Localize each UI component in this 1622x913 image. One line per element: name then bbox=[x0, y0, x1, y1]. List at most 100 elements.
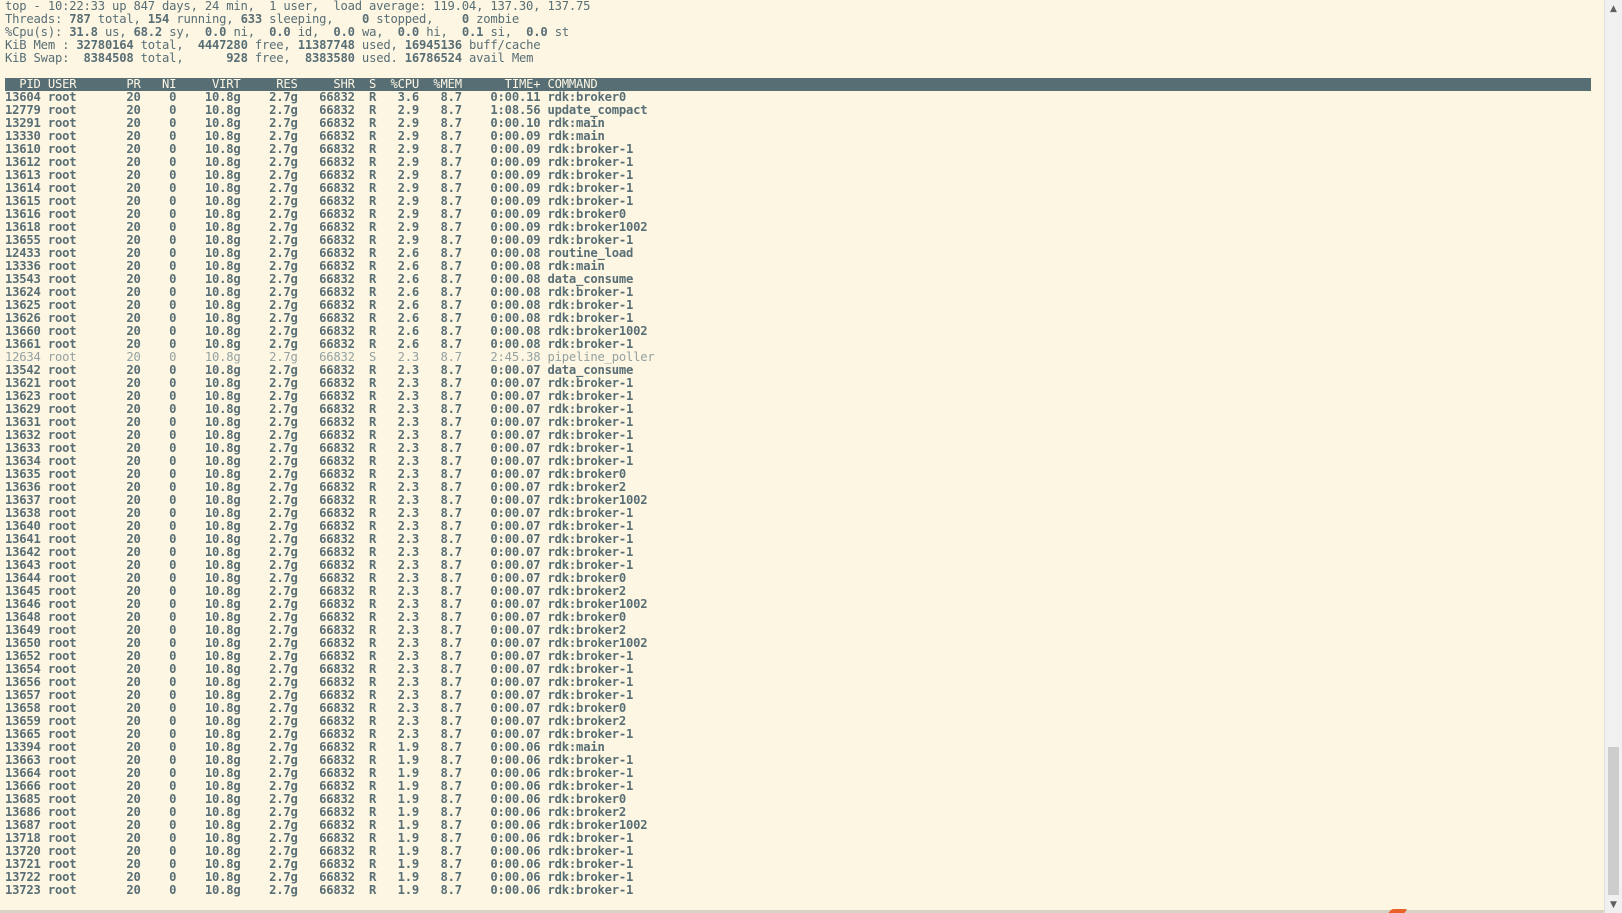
table-cell-time: 0:00.08 bbox=[461, 338, 541, 351]
table-cell-command: rdk:main bbox=[540, 741, 605, 754]
table-cell-s: S bbox=[354, 351, 377, 364]
threads-label: Threads: bbox=[5, 13, 63, 26]
table-cell-mem: 8.7 bbox=[419, 507, 462, 520]
table-cell-s: R bbox=[354, 195, 377, 208]
table-cell-user: root bbox=[40, 871, 113, 884]
table-cell-mem: 8.7 bbox=[419, 637, 462, 650]
table-cell-mem: 8.7 bbox=[419, 403, 462, 416]
table-cell-virt: 10.8g bbox=[176, 663, 241, 676]
table-cell-time: 0:00.07 bbox=[461, 559, 541, 572]
table-cell-pid: 13636 bbox=[5, 481, 41, 494]
table-cell-pid: 13634 bbox=[5, 455, 41, 468]
table-cell-pid: 13621 bbox=[5, 377, 41, 390]
column-header-time: TIME+ bbox=[461, 77, 541, 91]
table-cell-ni: 0 bbox=[140, 676, 177, 689]
table-cell-res: 2.7g bbox=[240, 273, 298, 286]
table-cell-cpu: 2.9 bbox=[376, 169, 420, 182]
chevron-down-icon[interactable]: ▼ bbox=[1605, 896, 1622, 913]
table-cell-user: root bbox=[40, 234, 113, 247]
table-row: 13625 root 20 0 10.8g 2.7g 66832 R 2.6 8… bbox=[5, 299, 1591, 312]
table-cell-user: root bbox=[40, 689, 113, 702]
table-cell-ni: 0 bbox=[140, 338, 177, 351]
table-cell-virt: 10.8g bbox=[176, 130, 241, 143]
table-cell-command: rdk:broker0 bbox=[540, 208, 627, 221]
table-cell-time: 0:00.06 bbox=[461, 793, 541, 806]
table-cell-s: R bbox=[354, 403, 377, 416]
table-cell-mem: 8.7 bbox=[419, 754, 462, 767]
table-cell-command: rdk:broker2 bbox=[540, 585, 627, 598]
table-cell-cpu: 2.9 bbox=[376, 234, 420, 247]
table-cell-shr: 66832 bbox=[297, 338, 355, 351]
table-cell-shr: 66832 bbox=[297, 416, 355, 429]
table-cell-user: root bbox=[40, 390, 113, 403]
table-cell-shr: 66832 bbox=[297, 234, 355, 247]
table-cell-command: rdk:broker2 bbox=[540, 715, 627, 728]
table-cell-user: root bbox=[40, 611, 113, 624]
table-cell-pid: 13291 bbox=[5, 117, 41, 130]
table-cell-shr: 66832 bbox=[297, 104, 355, 117]
swap-label: KiB Swap: bbox=[5, 52, 70, 65]
table-cell-ni: 0 bbox=[140, 845, 177, 858]
table-cell-shr: 66832 bbox=[297, 468, 355, 481]
table-row: 13626 root 20 0 10.8g 2.7g 66832 R 2.6 8… bbox=[5, 312, 1591, 325]
table-cell-command: rdk:broker0 bbox=[540, 468, 627, 481]
table-cell-command: rdk:broker-1 bbox=[540, 546, 634, 559]
table-cell-res: 2.7g bbox=[240, 780, 298, 793]
table-row: 13640 root 20 0 10.8g 2.7g 66832 R 2.3 8… bbox=[5, 520, 1591, 533]
table-cell-res: 2.7g bbox=[240, 676, 298, 689]
table-cell-command: rdk:broker2 bbox=[540, 806, 627, 819]
table-cell-res: 2.7g bbox=[240, 767, 298, 780]
table-cell-pr: 20 bbox=[112, 390, 141, 403]
table-cell-res: 2.7g bbox=[240, 520, 298, 533]
table-cell-user: root bbox=[40, 312, 113, 325]
vertical-scrollbar[interactable]: ▲ ▼ bbox=[1604, 0, 1622, 913]
table-cell-virt: 10.8g bbox=[176, 260, 241, 273]
table-cell-ni: 0 bbox=[140, 455, 177, 468]
table-cell-res: 2.7g bbox=[240, 559, 298, 572]
terminal-window[interactable]: top - 10:22:33 up 847 days, 24 min, 1 us… bbox=[0, 0, 1622, 913]
table-cell-cpu: 2.3 bbox=[376, 689, 420, 702]
table-cell-user: root bbox=[40, 182, 113, 195]
table-cell-time: 0:00.06 bbox=[461, 754, 541, 767]
table-cell-s: R bbox=[354, 143, 377, 156]
table-cell-res: 2.7g bbox=[240, 858, 298, 871]
table-cell-virt: 10.8g bbox=[176, 533, 241, 546]
table-cell-user: root bbox=[40, 455, 113, 468]
table-cell-time: 0:00.06 bbox=[461, 780, 541, 793]
table-cell-command: rdk:broker-1 bbox=[540, 312, 634, 325]
table-cell-user: root bbox=[40, 104, 113, 117]
table-cell-virt: 10.8g bbox=[176, 793, 241, 806]
table-cell-shr: 66832 bbox=[297, 611, 355, 624]
table-cell-time: 0:00.09 bbox=[461, 143, 541, 156]
chevron-up-icon[interactable]: ▲ bbox=[1605, 0, 1622, 17]
table-cell-time: 2:45.38 bbox=[461, 351, 541, 364]
table-row: 13623 root 20 0 10.8g 2.7g 66832 R 2.3 8… bbox=[5, 390, 1591, 403]
table-cell-pr: 20 bbox=[112, 507, 141, 520]
table-cell-user: root bbox=[40, 585, 113, 598]
table-cell-cpu: 2.3 bbox=[376, 416, 420, 429]
table-cell-pr: 20 bbox=[112, 117, 141, 130]
table-cell-cpu: 1.9 bbox=[376, 767, 420, 780]
table-cell-cpu: 1.9 bbox=[376, 858, 420, 871]
mem-free: 4447280 bbox=[197, 39, 248, 52]
table-cell-command: rdk:main bbox=[540, 117, 605, 130]
table-cell-s: R bbox=[354, 364, 377, 377]
table-cell-res: 2.7g bbox=[240, 494, 298, 507]
table-cell-pr: 20 bbox=[112, 741, 141, 754]
table-cell-pid: 13658 bbox=[5, 702, 41, 715]
table-cell-virt: 10.8g bbox=[176, 169, 241, 182]
table-cell-pr: 20 bbox=[112, 546, 141, 559]
table-cell-pid: 13652 bbox=[5, 650, 41, 663]
scroll-thumb[interactable] bbox=[1608, 747, 1619, 895]
table-cell-s: R bbox=[354, 312, 377, 325]
table-cell-res: 2.7g bbox=[240, 364, 298, 377]
table-row: 13659 root 20 0 10.8g 2.7g 66832 R 2.3 8… bbox=[5, 715, 1591, 728]
table-cell-ni: 0 bbox=[140, 650, 177, 663]
table-cell-pr: 20 bbox=[112, 845, 141, 858]
table-cell-mem: 8.7 bbox=[419, 130, 462, 143]
table-cell-shr: 66832 bbox=[297, 871, 355, 884]
table-cell-ni: 0 bbox=[140, 442, 177, 455]
table-cell-ni: 0 bbox=[140, 468, 177, 481]
table-cell-mem: 8.7 bbox=[419, 143, 462, 156]
table-cell-pid: 13336 bbox=[5, 260, 41, 273]
